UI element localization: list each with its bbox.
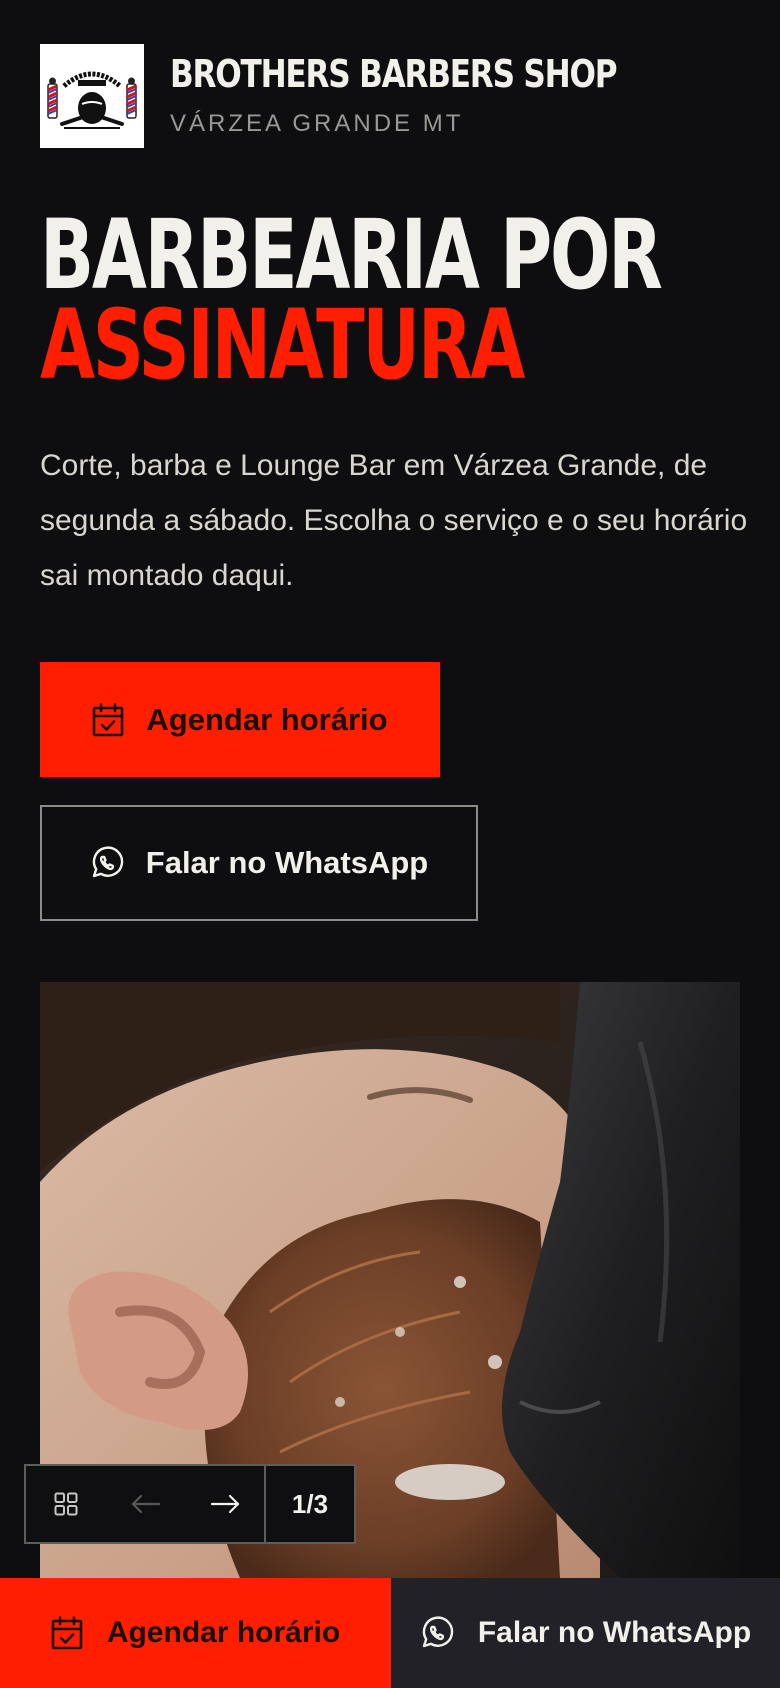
- hero-description: Corte, barba e Lounge Bar em Várzea Gran…: [40, 449, 748, 592]
- hero-title-line-2: ASSINATURA: [40, 289, 525, 401]
- whatsapp-button-label: Falar no WhatsApp: [145, 845, 429, 880]
- gallery-prev-button[interactable]: [106, 1466, 186, 1542]
- calendar-check-icon: [51, 1616, 83, 1650]
- brand-logo[interactable]: [40, 44, 144, 148]
- bottom-whatsapp-label: Falar no WhatsApp: [477, 1616, 752, 1649]
- gallery-grid-button[interactable]: [26, 1466, 106, 1542]
- gallery-controls: 1/3: [24, 1464, 356, 1544]
- bottom-whatsapp-button[interactable]: Falar no WhatsApp: [391, 1578, 780, 1688]
- barber-logo-image: [40, 44, 144, 148]
- gallery-next-button[interactable]: [186, 1466, 266, 1542]
- hero-title: BARBEARIA POR ASSINATURA: [40, 199, 663, 401]
- whatsapp-button[interactable]: Falar no WhatsApp: [40, 805, 478, 921]
- grid-icon: [54, 1492, 78, 1516]
- calendar-check-icon: [92, 702, 124, 737]
- whatsapp-icon: [420, 1616, 454, 1650]
- arrow-left-icon: [131, 1494, 161, 1514]
- brand-city: VÁRZEA GRANDE MT: [170, 110, 464, 137]
- gallery-counter: 1/3: [291, 1488, 329, 1519]
- arrow-right-icon: [210, 1494, 240, 1514]
- hero-title-line-1: BARBEARIA POR: [40, 199, 663, 311]
- bottom-schedule-label: Agendar horário: [106, 1616, 341, 1649]
- bottom-schedule-button[interactable]: Agendar horário: [0, 1578, 391, 1688]
- brand-name: BROTHERS BARBERS SHOP: [170, 52, 618, 96]
- site-header: BROTHERS BARBERS SHOP VÁRZEA GRANDE MT: [40, 44, 740, 148]
- schedule-button[interactable]: Agendar horário: [40, 662, 440, 777]
- whatsapp-icon: [90, 846, 124, 880]
- schedule-button-label: Agendar horário: [146, 701, 388, 737]
- sticky-bottom-bar: Agendar horário Falar no WhatsApp: [0, 1578, 780, 1688]
